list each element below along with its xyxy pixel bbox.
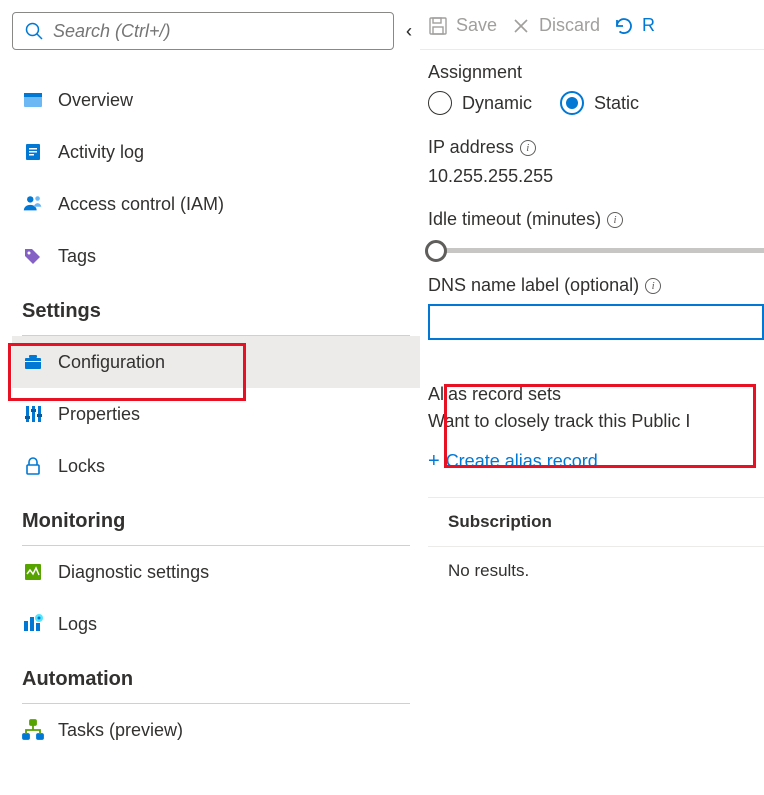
nav-label: Tags (58, 246, 96, 267)
info-icon[interactable]: i (645, 278, 661, 294)
idle-timeout-label: Idle timeout (minutes) i (428, 209, 764, 230)
section-automation: Automation (12, 650, 420, 699)
diagnostic-icon (22, 561, 44, 583)
nav-tasks[interactable]: Tasks (preview) (12, 704, 420, 756)
nav-label: Tasks (preview) (58, 720, 183, 741)
info-icon[interactable]: i (607, 212, 623, 228)
properties-icon (22, 403, 44, 425)
refresh-button[interactable]: R (614, 15, 655, 36)
save-button: Save (428, 15, 497, 36)
nav-locks[interactable]: Locks (12, 440, 420, 492)
idle-timeout-slider[interactable] (428, 248, 764, 253)
ip-address-label: IP address i (428, 137, 764, 158)
nav-activity-log[interactable]: Activity log (12, 126, 420, 178)
dns-label: DNS name label (optional) i (428, 275, 764, 296)
alias-record-text: Want to closely track this Public I (428, 411, 764, 432)
nav-tags[interactable]: Tags (12, 230, 420, 282)
lock-icon (22, 455, 44, 477)
section-settings: Settings (12, 282, 420, 331)
plus-icon: + (428, 450, 440, 473)
create-alias-link[interactable]: + Create alias record (428, 450, 764, 473)
radio-static[interactable]: Static (560, 91, 639, 115)
alias-record-header: Alias record sets (428, 384, 764, 405)
nav-label: Locks (58, 456, 105, 477)
nav-access-control[interactable]: Access control (IAM) (12, 178, 420, 230)
search-box[interactable] (12, 12, 394, 50)
search-input[interactable] (53, 21, 383, 42)
tags-icon (22, 245, 44, 267)
nav-label: Properties (58, 404, 140, 425)
access-control-icon (22, 193, 44, 215)
dns-name-input[interactable] (428, 304, 764, 340)
nav-configuration[interactable]: Configuration (12, 336, 420, 388)
toolbar: Save Discard R (420, 12, 764, 50)
nav-label: Overview (58, 90, 133, 111)
logs-icon (22, 613, 44, 635)
nav-overview[interactable]: Overview (12, 74, 420, 126)
nav-label: Diagnostic settings (58, 562, 209, 583)
no-results: No results. (428, 547, 764, 595)
nav-diagnostic-settings[interactable]: Diagnostic settings (12, 546, 420, 598)
nav-logs[interactable]: Logs (12, 598, 420, 650)
nav-label: Access control (IAM) (58, 194, 224, 215)
radio-dynamic[interactable]: Dynamic (428, 91, 532, 115)
slider-thumb[interactable] (425, 240, 447, 262)
tasks-icon (22, 719, 44, 741)
nav-label: Logs (58, 614, 97, 635)
configuration-icon (22, 351, 44, 373)
discard-button: Discard (511, 15, 600, 36)
collapse-sidebar-icon[interactable]: ‹‹ (406, 21, 412, 42)
nav-label: Configuration (58, 352, 165, 373)
assignment-label: Assignment (428, 62, 764, 83)
nav-label: Activity log (58, 142, 144, 163)
section-monitoring: Monitoring (12, 492, 420, 541)
info-icon[interactable]: i (520, 140, 536, 156)
ip-address-value: 10.255.255.255 (428, 166, 764, 187)
overview-icon (22, 89, 44, 111)
search-icon (23, 20, 45, 42)
activity-log-icon (22, 141, 44, 163)
subscription-header: Subscription (428, 497, 764, 547)
nav-properties[interactable]: Properties (12, 388, 420, 440)
